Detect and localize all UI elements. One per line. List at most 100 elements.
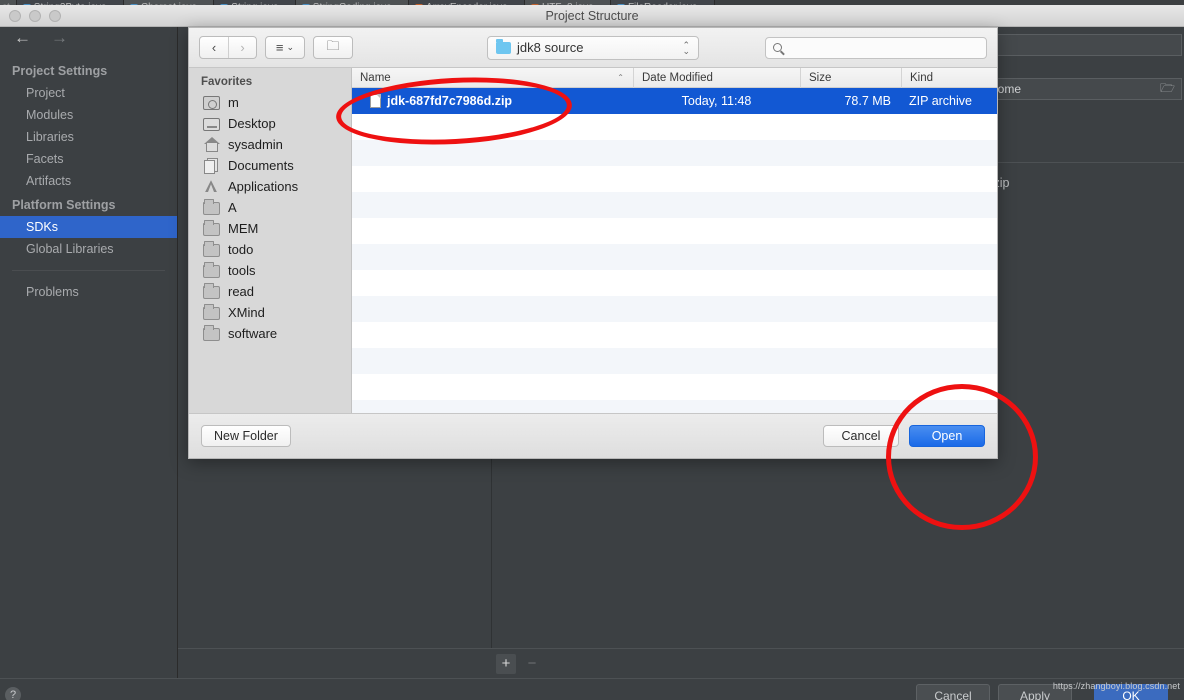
forward-arrow-icon[interactable]: → bbox=[51, 28, 68, 48]
column-header-size[interactable]: Size bbox=[800, 68, 901, 88]
sdk-home-field[interactable]: Home 🗁 bbox=[982, 78, 1182, 100]
cell-date-modified: Today, 11:48 bbox=[681, 94, 752, 108]
sidebar-item-project[interactable]: Project bbox=[0, 82, 177, 104]
sdk-list-toolbar: + − bbox=[178, 648, 1184, 678]
folder-icon bbox=[203, 219, 220, 236]
folder-icon bbox=[203, 240, 220, 257]
favorites-heading: Favorites bbox=[201, 76, 253, 88]
favorite-item-label: XMind bbox=[228, 305, 265, 320]
sidebar-item-modules[interactable]: Modules bbox=[0, 104, 177, 126]
new-folder-toolbar-button[interactable]: 🗀 bbox=[313, 36, 353, 59]
sidebar-item-sdks[interactable]: SDKs bbox=[0, 216, 177, 238]
applications-icon bbox=[203, 179, 220, 194]
open-dialog-footer: New Folder Cancel Open bbox=[189, 413, 997, 458]
navigation-segmented-control[interactable]: ‹ › bbox=[199, 36, 257, 59]
sdk-home-field-row: Home 🗁 bbox=[982, 78, 1182, 100]
project-structure-footer: ? Cancel Apply OK https://zhangboyi.blog… bbox=[0, 678, 1184, 700]
favorite-item-sysadmin[interactable]: sysadmin bbox=[189, 134, 351, 155]
column-header-kind[interactable]: Kind bbox=[901, 68, 997, 88]
favorite-item-m[interactable]: m bbox=[189, 92, 351, 113]
favorite-item-applications[interactable]: Applications bbox=[189, 176, 351, 197]
new-folder-button[interactable]: New Folder bbox=[201, 425, 291, 447]
sidebar-item-libraries[interactable]: Libraries bbox=[0, 126, 177, 148]
favorite-item-software[interactable]: software bbox=[189, 323, 351, 344]
desktop-icon bbox=[203, 117, 220, 131]
table-row-empty bbox=[352, 192, 997, 218]
file-list-header[interactable]: Name ⌃ Date Modified Size Kind bbox=[352, 68, 997, 88]
column-header-date-modified[interactable]: Date Modified bbox=[633, 68, 800, 88]
favorite-item-todo[interactable]: todo bbox=[189, 239, 351, 260]
favorites-list[interactable]: m Desktop sysadmin Documents Applications A ME… bbox=[189, 92, 351, 344]
file-rows-container: jdk-687fd7c7986d.zip Today, 11:48 78.7 MB Z… bbox=[352, 88, 997, 413]
table-row-empty bbox=[352, 348, 997, 374]
favorite-item-mem[interactable]: MEM bbox=[189, 218, 351, 239]
open-dialog-toolbar: ‹ › ≡ ⌄ 🗀 jdk8 source ⌃ ⌄ bbox=[189, 28, 997, 68]
view-options-button[interactable]: ≡ ⌄ bbox=[265, 36, 305, 59]
folder-icon bbox=[203, 198, 220, 215]
favorite-item-read[interactable]: read bbox=[189, 281, 351, 302]
sdk-name-field[interactable] bbox=[982, 34, 1182, 56]
location-popup-button[interactable]: jdk8 source ⌃ ⌄ bbox=[487, 35, 699, 60]
favorite-item-desktop[interactable]: Desktop bbox=[189, 113, 351, 134]
stepper-icon: ⌃ ⌄ bbox=[682, 39, 690, 56]
back-icon[interactable]: ‹ bbox=[200, 37, 228, 58]
list-view-icon: ≡ bbox=[275, 40, 284, 55]
open-button[interactable]: Open bbox=[909, 425, 985, 447]
favorite-item-label: Applications bbox=[228, 179, 299, 194]
table-row-empty bbox=[352, 270, 997, 296]
favorite-item-label: Documents bbox=[228, 158, 294, 173]
sidebar-item-facets[interactable]: Facets bbox=[0, 148, 177, 170]
sidebar-item-global-libraries[interactable]: Global Libraries bbox=[0, 238, 177, 260]
table-row-empty bbox=[352, 244, 997, 270]
cell-name: jdk-687fd7c7986d.zip bbox=[352, 94, 633, 108]
favorite-item-label: tools bbox=[228, 263, 256, 278]
favorite-item-documents[interactable]: Documents bbox=[189, 155, 351, 176]
project-structure-titlebar: Project Structure bbox=[0, 5, 1184, 27]
folder-browse-icon[interactable]: 🗁 bbox=[1160, 79, 1175, 100]
favorite-item-label: read bbox=[228, 284, 255, 299]
table-row-empty bbox=[352, 114, 997, 140]
window-title: Project Structure bbox=[545, 8, 639, 23]
watermark-text: https://zhangboyi.blog.csdn.net bbox=[1052, 681, 1180, 691]
search-icon bbox=[773, 43, 782, 52]
column-header-name[interactable]: Name ⌃ bbox=[352, 68, 633, 88]
forward-icon[interactable]: › bbox=[228, 37, 256, 58]
home-icon bbox=[203, 137, 220, 152]
favorite-item-label: MEM bbox=[228, 221, 259, 236]
detail-separator bbox=[990, 162, 1184, 163]
sidebar-groups: Project Settings Project Modules Libraries F… bbox=[0, 58, 177, 260]
help-button[interactable]: ? bbox=[5, 687, 21, 700]
sdk-name-field-row bbox=[982, 34, 1182, 56]
favorite-item-a[interactable]: A bbox=[189, 197, 351, 218]
table-row-empty bbox=[352, 218, 997, 244]
search-input[interactable] bbox=[787, 40, 979, 55]
remove-sdk-button[interactable]: − bbox=[522, 654, 542, 674]
sidebar-item-problems[interactable]: Problems bbox=[0, 281, 177, 303]
table-row-empty bbox=[352, 374, 997, 400]
sidebar-divider bbox=[12, 270, 165, 271]
favorite-item-tools[interactable]: tools bbox=[189, 260, 351, 281]
table-row-empty bbox=[352, 322, 997, 348]
cancel-open-button[interactable]: Cancel bbox=[823, 425, 899, 447]
search-field[interactable] bbox=[765, 36, 987, 59]
folder-icon bbox=[203, 282, 220, 299]
sidebar-group-title: Platform Settings bbox=[12, 198, 116, 212]
add-sdk-button[interactable]: + bbox=[496, 653, 516, 674]
favorites-sidebar: Favorites m Desktop sysadmin Documents Appli… bbox=[189, 68, 352, 413]
folder-icon bbox=[203, 261, 220, 278]
table-row-empty bbox=[352, 400, 997, 413]
screen-root: ctString2Byte.java×Charset.java×String.j… bbox=[0, 0, 1184, 700]
open-dialog-body: Favorites m Desktop sysadmin Documents Appli… bbox=[189, 68, 997, 413]
back-arrow-icon[interactable]: ← bbox=[14, 28, 31, 48]
favorite-item-label: m bbox=[228, 95, 239, 110]
favorite-item-xmind[interactable]: XMind bbox=[189, 302, 351, 323]
folder-icon bbox=[203, 324, 220, 341]
file-browser-list[interactable]: Name ⌃ Date Modified Size Kind jdk-687fd… bbox=[352, 68, 997, 413]
cell-size: 78.7 MB bbox=[844, 94, 891, 108]
table-row-empty bbox=[352, 140, 997, 166]
folder-icon bbox=[496, 38, 511, 54]
open-file-dialog: ‹ › ≡ ⌄ 🗀 jdk8 source ⌃ ⌄ Favorites m De… bbox=[188, 27, 998, 459]
sidebar-item-artifacts[interactable]: Artifacts bbox=[0, 170, 177, 192]
cancel-button[interactable]: Cancel bbox=[916, 684, 990, 700]
table-row[interactable]: jdk-687fd7c7986d.zip Today, 11:48 78.7 MB Z… bbox=[352, 88, 997, 114]
